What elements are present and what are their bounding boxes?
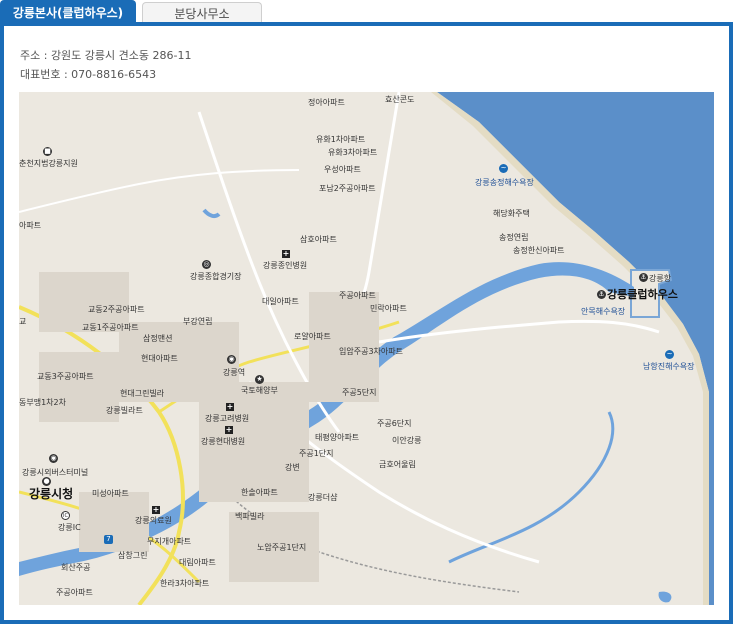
office-info: 주소 : 강원도 강릉시 견소동 286-11 대표번호 : 070-8816-…: [20, 46, 191, 84]
map-label: 포남2주공아파트: [319, 184, 376, 193]
map-label: 회산주공: [61, 563, 91, 572]
map-label: 대림아파트: [179, 558, 216, 567]
hospital-icon: +: [225, 425, 233, 434]
map-label: 주공6단지: [377, 419, 412, 428]
lake: [658, 591, 672, 603]
map-label: 정아아파트: [308, 98, 345, 107]
map-label: 주공5단지: [342, 388, 377, 397]
beach-icon: ~: [499, 164, 508, 173]
map-label: 국토해양부: [241, 386, 278, 395]
map-label: 강릉종합경기장: [190, 272, 242, 281]
map-label: 강변: [285, 463, 300, 472]
map-label: 동부맹1차2차: [19, 398, 66, 407]
map-label: 우성아파트: [324, 165, 361, 174]
map-label: 강릉시외버스터미널: [22, 468, 89, 477]
court-icon: ■: [43, 147, 52, 156]
map-label: 유화3차아파트: [328, 148, 378, 157]
map-label: 강릉송정해수욕장: [475, 178, 534, 187]
stadium-icon: ◎: [202, 260, 211, 269]
sea-area: [437, 92, 714, 605]
hospital-icon: +: [282, 249, 290, 258]
map-label: 입암주공3차아파트: [339, 347, 403, 356]
tab-bundang-office[interactable]: 분당사무소: [142, 2, 262, 23]
map-label: 한솔아파트: [241, 488, 278, 497]
stream-west: [202, 208, 221, 219]
map-label: 강릉빌라트: [106, 406, 143, 415]
map-label: 금호어울림: [379, 460, 416, 469]
map-label: 부강연립: [183, 317, 213, 326]
government-office-icon: ★: [255, 375, 264, 384]
map-label: 효산콘도: [385, 95, 415, 104]
map-label: 강릉종인병원: [263, 261, 308, 270]
map-label: 노암주공1단지: [257, 543, 307, 552]
ic-icon: IC: [61, 511, 70, 520]
map-label: 한라3차아파트: [160, 579, 210, 588]
port-marker-icon: ⚓: [639, 273, 648, 282]
map-label: 현대아파트: [141, 354, 178, 363]
map-label: 삼정맨션: [143, 334, 173, 343]
hospital-icon: +: [152, 505, 160, 514]
location-map[interactable]: 정아아파트 효산콘도 유화1차아파트 유화3차아파트 우성아파트 포남2주공아파…: [19, 92, 714, 605]
bus-terminal-icon: ◉: [49, 454, 58, 463]
map-label: 백파빌라: [235, 512, 265, 521]
map-label: 강릉IC: [58, 523, 81, 532]
city-hall-icon: ●: [42, 477, 51, 486]
map-label: 주공1단지: [299, 449, 334, 458]
train-station-icon: ◉: [227, 355, 236, 364]
map-label: 남항진해수욕장: [643, 362, 695, 371]
map-label: 송정한신아파트: [513, 246, 565, 255]
map-label: 안목해수욕장: [581, 307, 626, 316]
map-label: 교: [19, 317, 27, 326]
map-label: 춘천지법강릉지원: [19, 159, 78, 168]
map-label: 강릉의료원: [135, 516, 172, 525]
map-label: 삼창그린: [118, 551, 148, 560]
map-label-hq: 강릉클럽하우스: [607, 288, 678, 301]
map-label: 태평양아파트: [315, 433, 360, 442]
map-label: 해당화주택: [493, 209, 530, 218]
highway-shield-icon: 7: [104, 535, 113, 544]
map-label: 미성아파트: [92, 489, 129, 498]
map-label: 교동2주공아파트: [88, 305, 145, 314]
map-label: 삼호아파트: [300, 235, 337, 244]
map-label: 주공아파트: [339, 291, 376, 300]
map-label: 주공아파트: [56, 588, 93, 597]
map-label: 로얄아파트: [294, 332, 331, 341]
address-text: 주소 : 강원도 강릉시 견소동 286-11: [20, 49, 192, 62]
map-label: 이안강릉: [392, 436, 422, 445]
map-label: 대일아파트: [262, 297, 299, 306]
map-label: 강릉역: [223, 368, 246, 377]
map-label: 유화1차아파트: [316, 135, 366, 144]
hospital-icon: +: [226, 402, 234, 411]
map-label-city-hall: 강릉시청: [29, 487, 74, 501]
map-label: 강릉더샵: [308, 493, 338, 502]
map-label: 교동1주공아파트: [82, 323, 139, 332]
map-label: 교동3주공아파트: [37, 372, 94, 381]
map-label: 민락아파트: [370, 304, 407, 313]
map-label: 송정연립: [499, 233, 529, 242]
tab-bar: 강릉본사(클럽하우스) 분당사무소: [0, 0, 733, 26]
clubhouse-marker-icon[interactable]: ⚓: [597, 290, 606, 299]
map-label: 현대그린빌라: [120, 389, 165, 398]
map-label: 강릉항: [649, 274, 672, 283]
office-location-widget: 강릉본사(클럽하우스) 분당사무소 주소 : 강원도 강릉시 견소동 286-1…: [0, 0, 733, 624]
map-label: 아파트: [19, 221, 42, 230]
map-label: 무지개아파트: [147, 537, 192, 546]
road-white-5: [19, 169, 300, 213]
beach-icon: ~: [665, 350, 674, 359]
map-label: 강릉고려병원: [205, 414, 250, 423]
phone-text: 대표번호 : 070-8816-6543: [20, 68, 157, 81]
map-label: 강릉현대병원: [201, 437, 246, 446]
